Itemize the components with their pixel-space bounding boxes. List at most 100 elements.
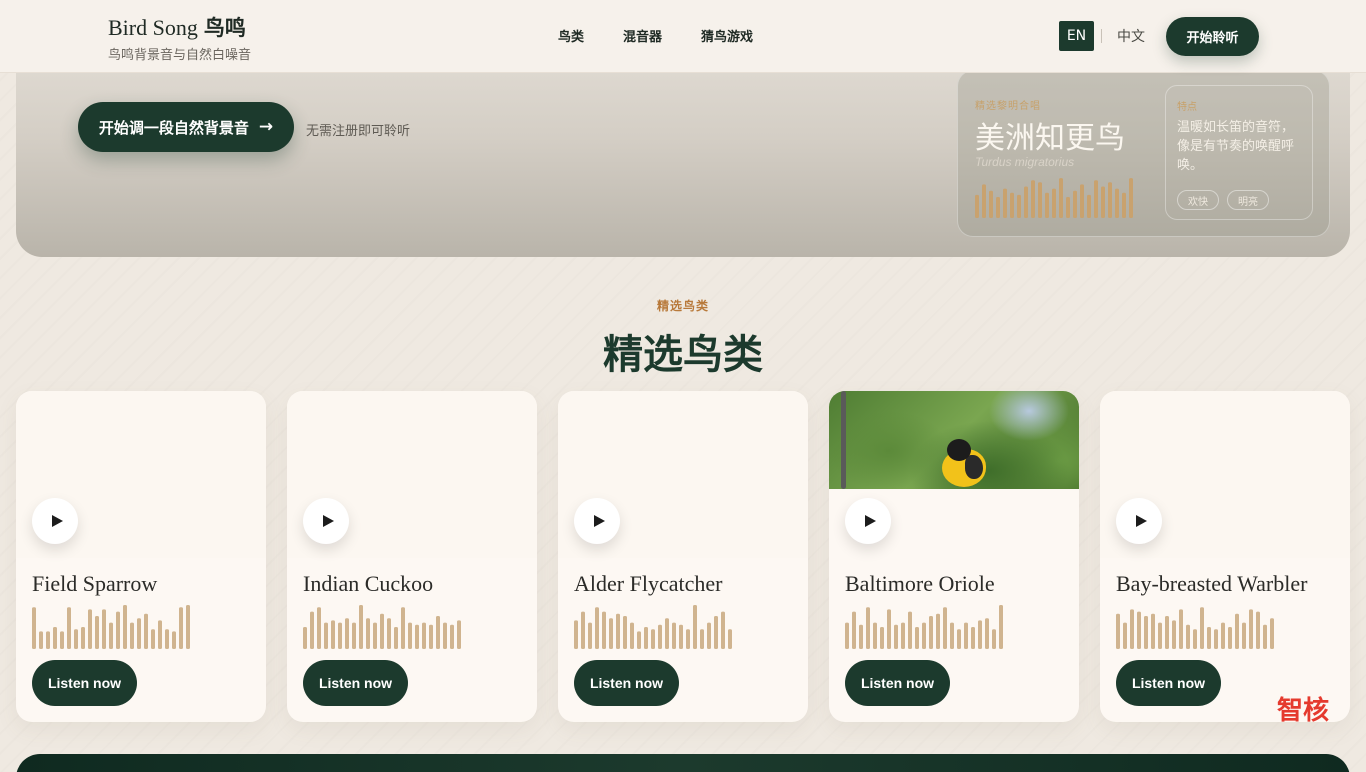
play-button[interactable] bbox=[303, 498, 349, 544]
waveform-bar bbox=[623, 616, 627, 649]
featured-bird-card[interactable]: 精选黎明合唱 美洲知更鸟 Turdus migratorius 特点 温暖如长笛… bbox=[957, 70, 1330, 237]
play-icon bbox=[51, 515, 63, 527]
bird-card[interactable]: Field Sparrow Listen now bbox=[16, 391, 266, 722]
play-button[interactable] bbox=[845, 498, 891, 544]
waveform-bar bbox=[95, 616, 99, 649]
waveform-bar bbox=[989, 190, 993, 218]
waveform-bar bbox=[1080, 184, 1084, 218]
nav-item-birds[interactable]: 鸟类 bbox=[558, 26, 584, 45]
footer-section bbox=[16, 754, 1350, 772]
waveform-bar bbox=[331, 620, 335, 649]
waveform-bar bbox=[1235, 613, 1239, 649]
play-button[interactable] bbox=[574, 498, 620, 544]
hero-cta-button[interactable]: 开始调一段自然背景音 → bbox=[78, 102, 294, 152]
waveform-bar bbox=[186, 605, 190, 649]
waveform-bar bbox=[102, 609, 106, 649]
waveform-bar bbox=[359, 605, 363, 649]
waveform-bar bbox=[1101, 186, 1105, 218]
play-icon bbox=[864, 515, 876, 527]
nav-item-mixer[interactable]: 混音器 bbox=[623, 26, 662, 45]
waveform-bar bbox=[630, 622, 634, 649]
waveform-bar bbox=[310, 611, 314, 649]
brand[interactable]: Bird Song 鸟鸣 鸟鸣背景音与自然白噪音 bbox=[108, 12, 251, 63]
waveform-bar bbox=[81, 627, 85, 649]
waveform-bar bbox=[151, 629, 155, 649]
waveform-bar bbox=[317, 607, 321, 649]
waveform-bar bbox=[609, 618, 613, 649]
waveform-bar bbox=[1123, 622, 1127, 649]
waveform-bar bbox=[1122, 192, 1126, 218]
bird-card[interactable]: Baltimore Oriole Listen now bbox=[829, 391, 1079, 722]
waveform-bar bbox=[658, 624, 662, 649]
trait-chip: 明亮 bbox=[1227, 190, 1269, 210]
bird-waveform bbox=[32, 605, 190, 649]
listen-now-button[interactable]: Listen now bbox=[1116, 660, 1221, 706]
waveform-bar bbox=[1010, 192, 1014, 218]
waveform-bar bbox=[644, 627, 648, 649]
waveform-bar bbox=[880, 627, 884, 649]
waveform-bar bbox=[387, 618, 391, 649]
bird-name: Bay-breasted Warbler bbox=[1116, 571, 1308, 596]
waveform-bar bbox=[971, 627, 975, 649]
section-eyebrow: 精选鸟类 bbox=[656, 299, 709, 313]
waveform-bar bbox=[338, 622, 342, 649]
waveform-bar bbox=[581, 611, 585, 649]
waveform-bar bbox=[978, 620, 982, 649]
waveform-bar bbox=[999, 605, 1003, 649]
nav-item-guess-game[interactable]: 猜鸟游戏 bbox=[701, 26, 753, 45]
traits-label: 特点 bbox=[1177, 102, 1197, 113]
waveform-bar bbox=[929, 616, 933, 649]
waveform-bar bbox=[964, 622, 968, 649]
waveform-bar bbox=[1137, 611, 1141, 649]
waveform-bar bbox=[352, 622, 356, 649]
waveform-bar bbox=[1158, 622, 1162, 649]
waveform-bar bbox=[1270, 618, 1274, 649]
waveform-bar bbox=[665, 618, 669, 649]
waveform-bar bbox=[595, 607, 599, 649]
waveform-bar bbox=[324, 622, 328, 649]
waveform-bar bbox=[714, 616, 718, 649]
waveform-bar bbox=[32, 607, 36, 649]
bird-name: Field Sparrow bbox=[32, 571, 158, 596]
lang-en-button[interactable]: EN bbox=[1059, 21, 1094, 51]
play-button[interactable] bbox=[32, 498, 78, 544]
bird-card[interactable]: Indian Cuckoo Listen now bbox=[287, 391, 537, 722]
waveform-bar bbox=[144, 613, 148, 649]
listen-now-button[interactable]: Listen now bbox=[32, 660, 137, 706]
waveform-bar bbox=[686, 629, 690, 649]
photo-bird-head bbox=[947, 439, 971, 461]
featured-waveform bbox=[975, 178, 1133, 218]
waveform-bar bbox=[616, 613, 620, 649]
bird-waveform bbox=[303, 605, 461, 649]
waveform-bar bbox=[394, 627, 398, 649]
bird-card[interactable]: Bay-breasted Warbler Listen now bbox=[1100, 391, 1350, 722]
waveform-bar bbox=[901, 622, 905, 649]
waveform-bar bbox=[74, 629, 78, 649]
listen-now-button[interactable]: Listen now bbox=[574, 660, 679, 706]
waveform-bar bbox=[1221, 622, 1225, 649]
bird-card[interactable]: Alder Flycatcher Listen now bbox=[558, 391, 808, 722]
waveform-bar bbox=[1003, 188, 1007, 218]
featured-bird-name: 美洲知更鸟 bbox=[975, 121, 1125, 156]
start-listening-button[interactable]: 开始聆听 bbox=[1166, 17, 1259, 56]
bird-waveform bbox=[574, 605, 732, 649]
waveform-bar bbox=[366, 618, 370, 649]
waveform-bar bbox=[401, 607, 405, 649]
waveform-bar bbox=[1024, 186, 1028, 218]
waveform-bar bbox=[130, 622, 134, 649]
waveform-bar bbox=[67, 607, 71, 649]
waveform-bar bbox=[1052, 188, 1056, 218]
waveform-bar bbox=[1087, 194, 1091, 218]
waveform-bar bbox=[172, 631, 176, 649]
lang-zh-button[interactable]: 中文 bbox=[1117, 26, 1145, 46]
play-button[interactable] bbox=[1116, 498, 1162, 544]
listen-now-button[interactable]: Listen now bbox=[303, 660, 408, 706]
listen-now-button[interactable]: Listen now bbox=[845, 660, 950, 706]
waveform-bar bbox=[1242, 622, 1246, 649]
waveform-bar bbox=[1186, 624, 1190, 649]
brand-name-en: Bird Song bbox=[108, 15, 198, 40]
bird-photo bbox=[829, 391, 1079, 489]
waveform-bar bbox=[672, 622, 676, 649]
waveform-bar bbox=[693, 605, 697, 649]
watermark-logo: 智核 bbox=[1277, 696, 1330, 726]
